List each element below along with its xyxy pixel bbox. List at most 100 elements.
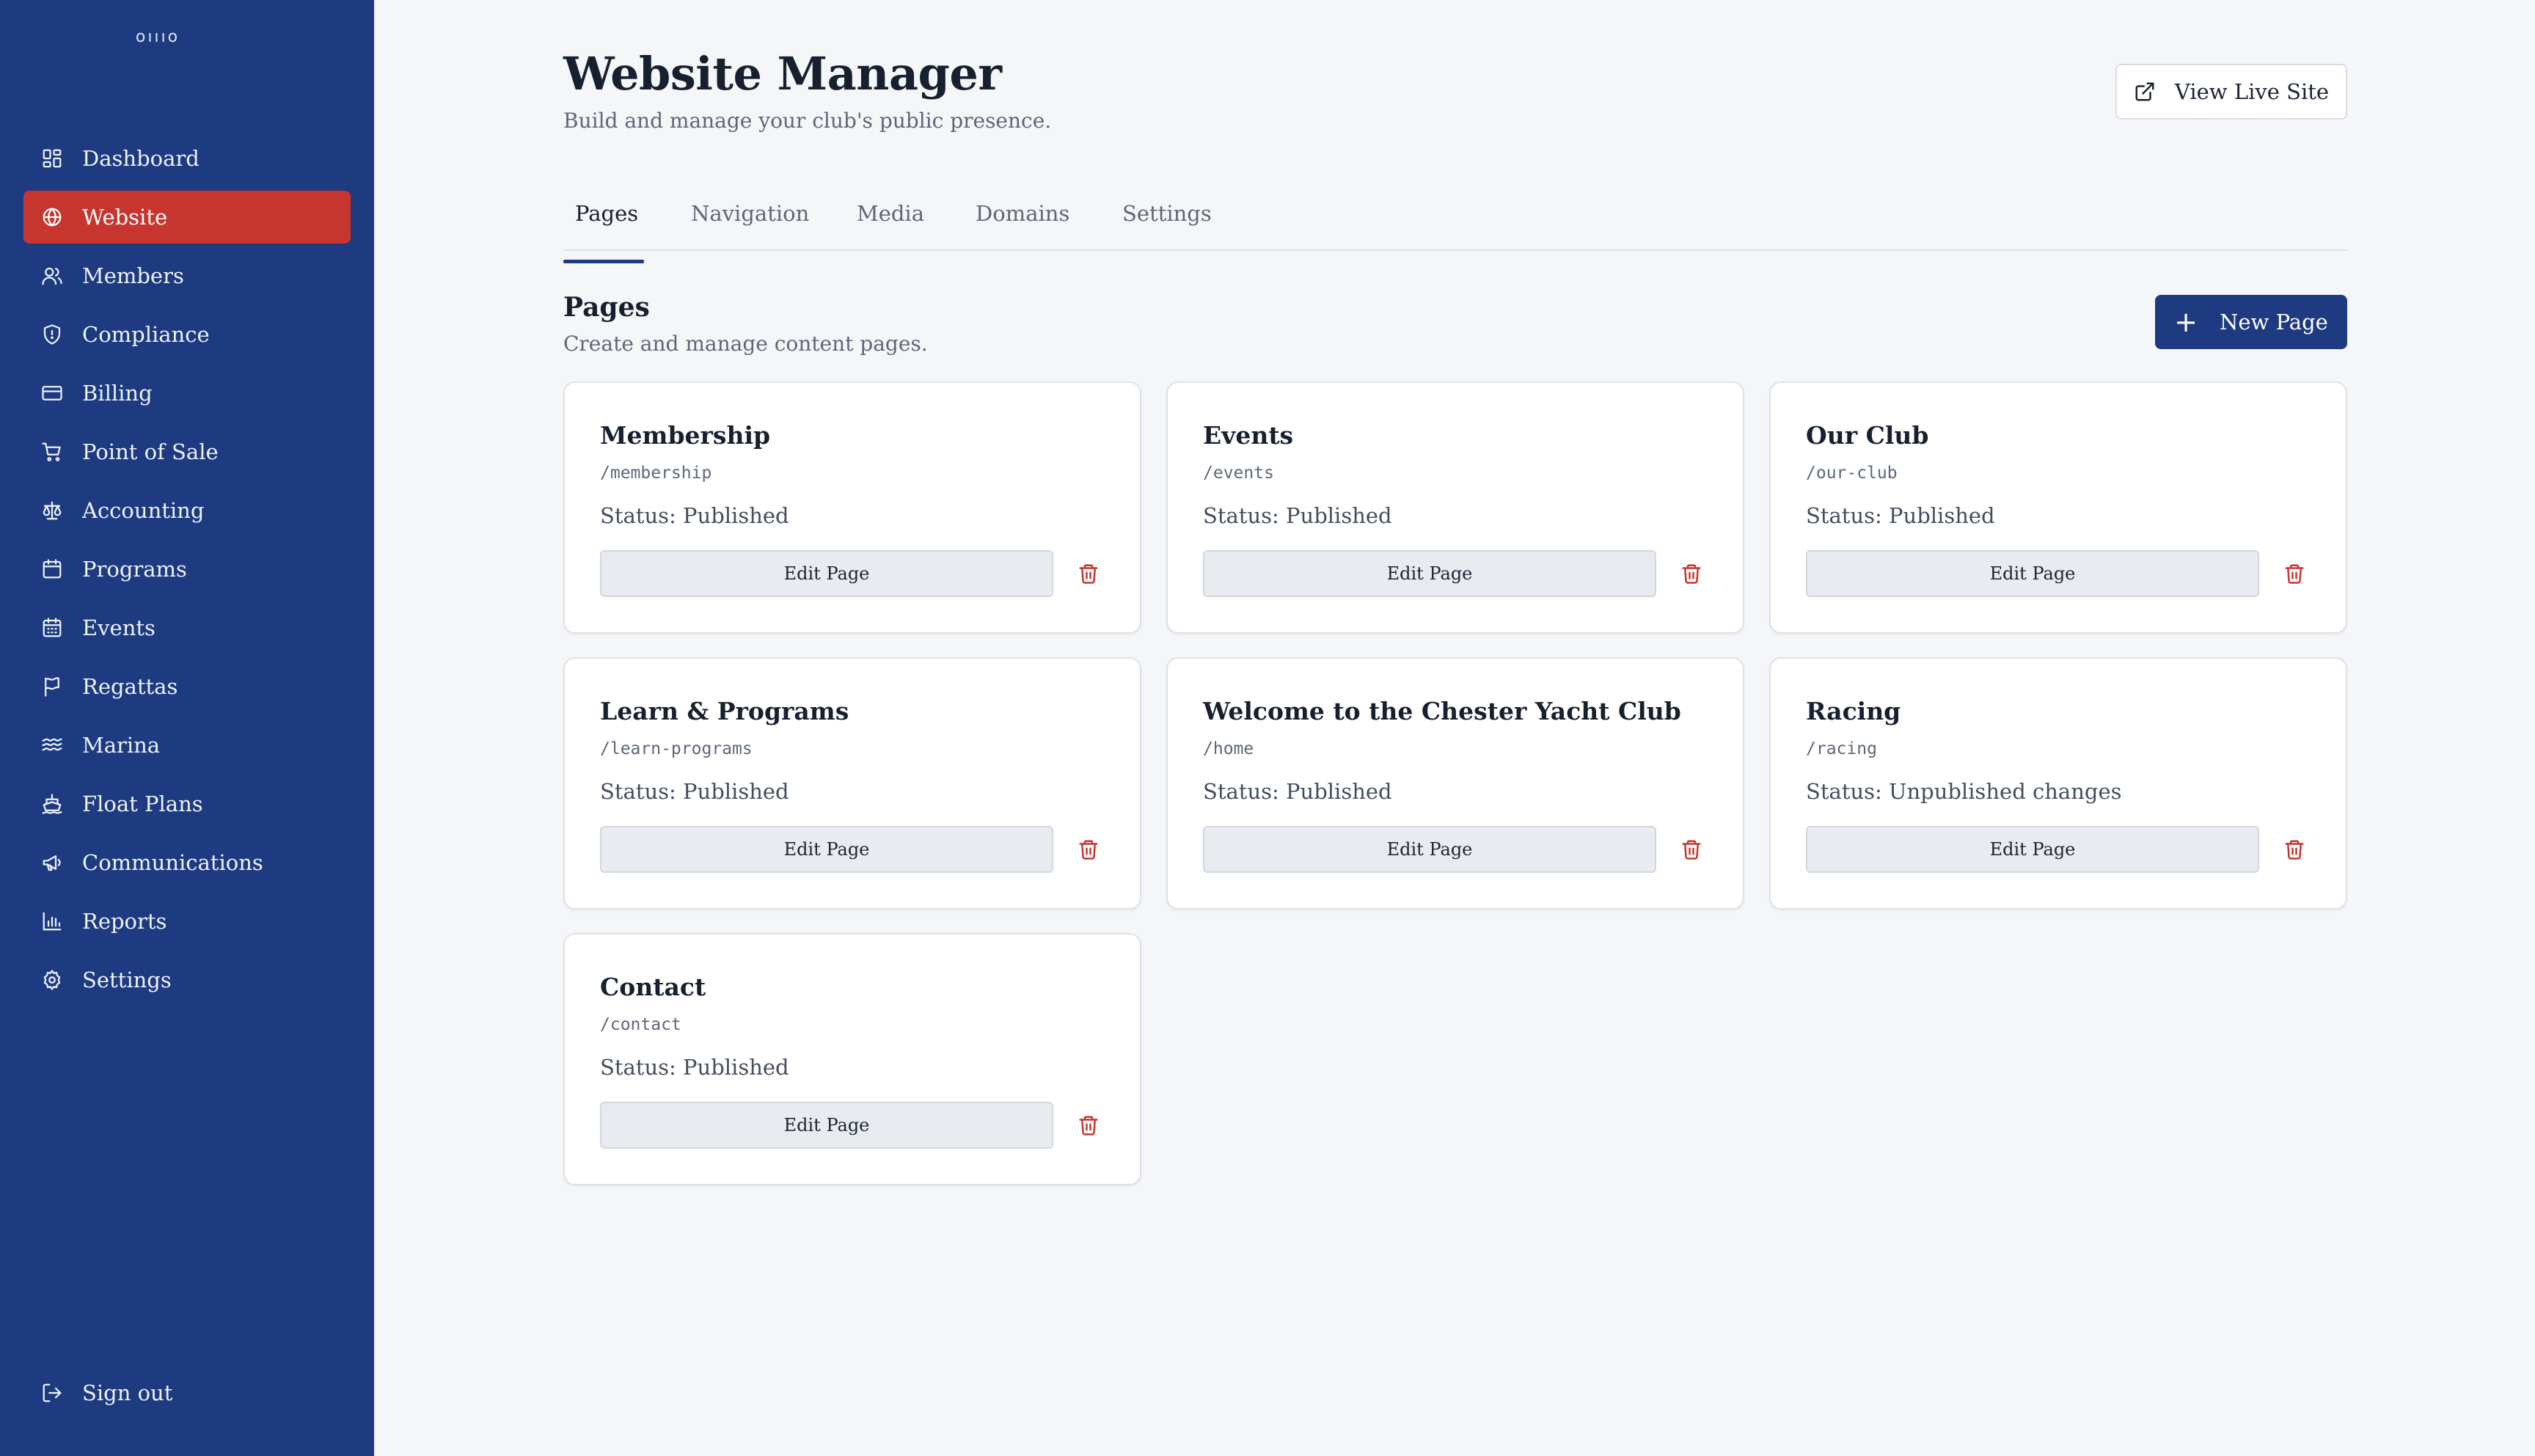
sidebar-item-compliance[interactable]: Compliance xyxy=(23,308,351,361)
new-page-label: New Page xyxy=(2220,310,2328,334)
page-card: Our Club /our-club Status: Published Edi… xyxy=(1769,381,2347,634)
plus-icon: + xyxy=(2174,306,2198,338)
scale-icon xyxy=(41,500,63,522)
sidebar-item-label: Billing xyxy=(82,381,153,406)
sidebar-item-accounting[interactable]: Accounting xyxy=(23,484,351,537)
tab-navigation[interactable]: Navigation xyxy=(691,201,809,226)
sign-out-button[interactable]: Sign out xyxy=(41,1380,172,1405)
sidebar-item-settings[interactable]: Settings xyxy=(23,954,351,1006)
tab-media[interactable]: Media xyxy=(857,201,924,226)
delete-page-button[interactable] xyxy=(2280,835,2309,864)
sign-out-label: Sign out xyxy=(82,1380,173,1405)
sidebar-item-label: Programs xyxy=(82,557,187,582)
page-slug: /contact xyxy=(600,1015,681,1034)
sidebar-item-programs[interactable]: Programs xyxy=(23,543,351,596)
sidebar-item-label: Dashboard xyxy=(82,146,200,171)
page-card: Contact /contact Status: Published Edit … xyxy=(563,933,1141,1185)
sidebar-item-website[interactable]: Website xyxy=(23,191,351,244)
sidebar-item-label: Events xyxy=(82,615,156,640)
sidebar-item-label: Point of Sale xyxy=(82,439,219,464)
users-icon xyxy=(41,265,63,287)
trash-icon xyxy=(1079,840,1098,860)
gear-icon xyxy=(41,969,63,991)
page-status: Status: Published xyxy=(600,1055,789,1080)
sidebar-item-communications[interactable]: Communications xyxy=(23,836,351,889)
sidebar-item-label: Compliance xyxy=(82,322,210,347)
page-card: Racing /racing Status: Unpublished chang… xyxy=(1769,657,2347,910)
trash-icon xyxy=(1682,840,1701,860)
sidebar-item-reports[interactable]: Reports xyxy=(23,895,351,948)
delete-page-button[interactable] xyxy=(1074,835,1103,864)
page-title-text: Events xyxy=(1203,421,1294,450)
edit-page-button[interactable]: Edit Page xyxy=(600,1102,1053,1149)
club-logo[interactable]: oıııo xyxy=(0,28,315,46)
edit-page-button[interactable]: Edit Page xyxy=(1203,550,1656,597)
view-live-site-label: View Live Site xyxy=(2174,79,2330,104)
tab-domains[interactable]: Domains xyxy=(976,201,1069,226)
sidebar-item-regattas[interactable]: Regattas xyxy=(23,660,351,713)
edit-page-button[interactable]: Edit Page xyxy=(600,550,1053,597)
page-slug: /our-club xyxy=(1806,464,1898,483)
sidebar-item-point-of-sale[interactable]: Point of Sale xyxy=(23,425,351,478)
globe-icon xyxy=(41,206,63,228)
waves-icon xyxy=(41,734,63,756)
sidebar-item-label: Reports xyxy=(82,909,167,934)
sidebar-item-billing[interactable]: Billing xyxy=(23,367,351,420)
page-title-text: Learn & Programs xyxy=(600,697,849,725)
sidebar-item-label: Marina xyxy=(82,733,161,758)
page-slug: /events xyxy=(1203,464,1274,483)
bar-chart-icon xyxy=(41,910,63,932)
edit-page-button[interactable]: Edit Page xyxy=(600,826,1053,873)
delete-page-button[interactable] xyxy=(1074,1111,1103,1140)
page-slug: /home xyxy=(1203,739,1254,758)
section-title: Pages xyxy=(563,292,650,323)
sidebar: oıııo Dashboard Website Members Complian… xyxy=(0,0,374,1456)
page-status: Status: Published xyxy=(1203,503,1392,528)
page-status: Status: Published xyxy=(600,503,789,528)
delete-page-button[interactable] xyxy=(1677,835,1706,864)
tab-bar: Pages Navigation Media Domains Settings xyxy=(563,188,2347,263)
page-slug: /learn-programs xyxy=(600,739,753,758)
trash-icon xyxy=(2285,840,2304,860)
tab-pages[interactable]: Pages xyxy=(563,201,644,263)
page-slug: /membership xyxy=(600,464,712,483)
page-title-text: Contact xyxy=(600,973,706,1001)
edit-page-button[interactable]: Edit Page xyxy=(1203,826,1656,873)
sidebar-item-members[interactable]: Members xyxy=(23,249,351,302)
sidebar-item-label: Settings xyxy=(82,967,172,992)
view-live-site-button[interactable]: View Live Site xyxy=(2115,64,2347,120)
sidebar-item-float-plans[interactable]: Float Plans xyxy=(23,778,351,830)
cart-icon xyxy=(41,441,63,463)
page-card: Learn & Programs /learn-programs Status:… xyxy=(563,657,1141,910)
ship-icon xyxy=(41,793,63,815)
trash-icon xyxy=(1079,1116,1098,1135)
tab-settings[interactable]: Settings xyxy=(1122,201,1212,226)
delete-page-button[interactable] xyxy=(1677,559,1706,588)
edit-page-button[interactable]: Edit Page xyxy=(1806,826,2259,873)
sidebar-item-events[interactable]: Events xyxy=(23,601,351,654)
page-status: Status: Published xyxy=(1806,503,1995,528)
sidebar-item-label: Website xyxy=(82,205,168,230)
megaphone-icon xyxy=(41,852,63,874)
sidebar-item-label: Communications xyxy=(82,850,263,875)
calendar-icon xyxy=(41,558,63,580)
sidebar-item-dashboard[interactable]: Dashboard xyxy=(23,132,351,185)
page-card: Events /events Status: Published Edit Pa… xyxy=(1166,381,1744,634)
tab-label: Pages xyxy=(575,201,639,226)
external-link-icon xyxy=(2135,82,2154,101)
calendar-days-icon xyxy=(41,617,63,639)
page-title-text: Our Club xyxy=(1806,421,1929,450)
sidebar-nav: Dashboard Website Members Compliance Bil… xyxy=(23,132,351,1012)
page-status: Status: Published xyxy=(1203,779,1392,804)
new-page-button[interactable]: + New Page xyxy=(2155,295,2347,349)
page-card: Membership /membership Status: Published… xyxy=(563,381,1141,634)
delete-page-button[interactable] xyxy=(2280,559,2309,588)
sidebar-item-label: Regattas xyxy=(82,674,178,699)
sidebar-item-marina[interactable]: Marina xyxy=(23,719,351,772)
sidebar-item-label: Float Plans xyxy=(82,791,203,816)
page-subtitle: Build and manage your club's public pres… xyxy=(563,109,1052,133)
delete-page-button[interactable] xyxy=(1074,559,1103,588)
shield-icon xyxy=(41,323,63,345)
dashboard-icon xyxy=(41,147,63,169)
edit-page-button[interactable]: Edit Page xyxy=(1806,550,2259,597)
